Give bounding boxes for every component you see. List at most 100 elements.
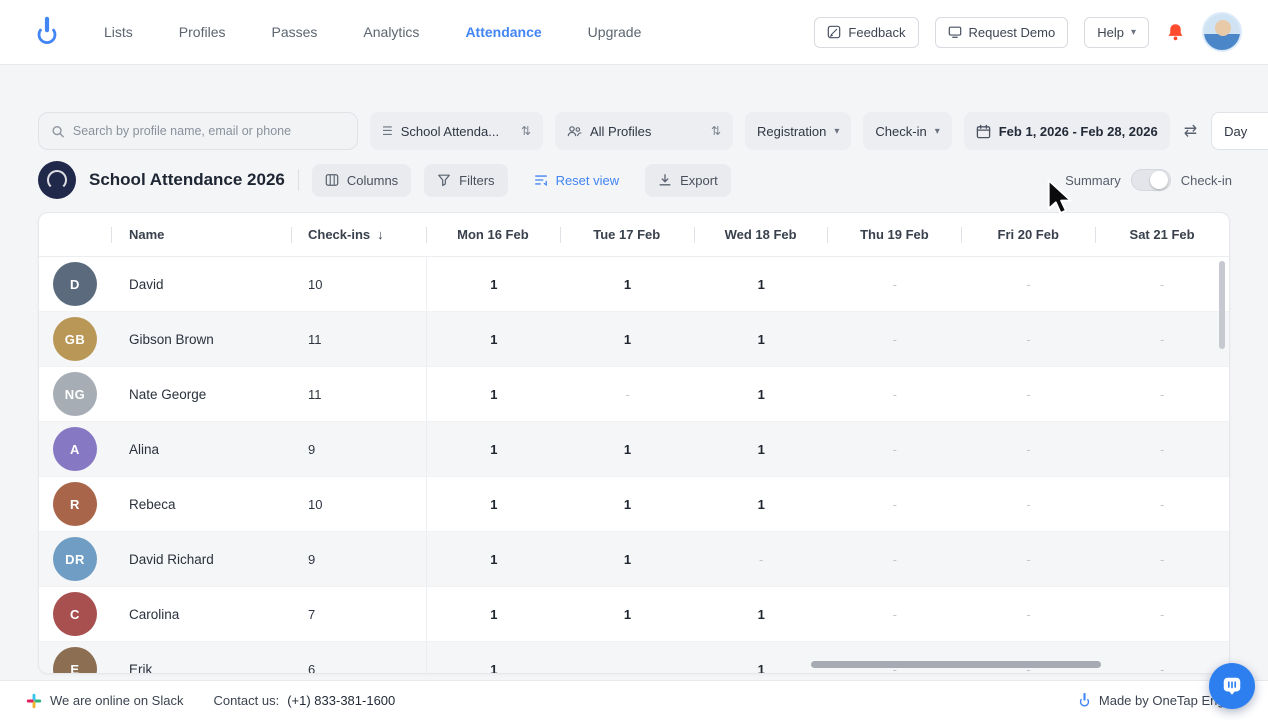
reset-view-button[interactable]: Reset view	[521, 164, 633, 197]
day-column-header: Tue 17 Feb	[560, 227, 694, 242]
slack-status[interactable]: We are online on Slack	[26, 693, 183, 709]
day-cell: -	[962, 332, 1096, 347]
chat-bubble-icon	[1221, 675, 1243, 697]
date-range-picker[interactable]: Feb 1, 2026 - Feb 28, 2026	[964, 112, 1170, 150]
table-row[interactable]: E Erik 6 11---	[39, 642, 1229, 674]
avatar: DR	[53, 537, 97, 581]
vertical-scrollbar[interactable]	[1219, 261, 1225, 349]
search-box[interactable]	[38, 112, 358, 150]
profile-name: Gibson Brown	[111, 332, 291, 347]
divider	[298, 169, 299, 191]
export-button[interactable]: Export	[645, 164, 731, 197]
feedback-button[interactable]: Feedback	[814, 17, 918, 48]
day-column-headers: Mon 16 Feb Tue 17 Feb Wed 18 Feb Thu 19 …	[426, 213, 1229, 256]
day-cell: -	[962, 607, 1096, 622]
swap-dates-button[interactable]: ⇄	[1182, 121, 1199, 141]
name-column-label: Name	[129, 227, 164, 242]
profile-name: Rebeca	[111, 497, 291, 512]
day-cell: -	[828, 442, 962, 457]
list-title-bar: School Attendance 2026 Columns Filters R…	[0, 160, 1268, 200]
table-row[interactable]: C Carolina 7 111---	[39, 587, 1229, 642]
day-cells: 1-1---	[426, 367, 1229, 421]
avatar: NG	[53, 372, 97, 416]
nav-analytics[interactable]: Analytics	[363, 24, 419, 40]
day-cell: -	[1095, 552, 1229, 567]
table-row[interactable]: A Alina 9 111---	[39, 422, 1229, 477]
table-row[interactable]: GB Gibson Brown 11 111---	[39, 312, 1229, 367]
day-cell: 1	[694, 387, 828, 402]
day-cells: 11----	[426, 532, 1229, 586]
day-cell: 1	[561, 442, 695, 457]
day-cell: 1	[694, 607, 828, 622]
profile-name: Alina	[111, 442, 291, 457]
checkins-value: 9	[291, 552, 426, 567]
profiles-select[interactable]: All Profiles ⇅	[555, 112, 733, 150]
day-cell: 1	[694, 277, 828, 292]
checkins-column-label: Check-ins	[308, 227, 370, 242]
day-cell: 1	[427, 277, 561, 292]
day-cell: -	[1095, 387, 1229, 402]
day-cell: -	[828, 277, 962, 292]
day-cell: -	[1095, 442, 1229, 457]
horizontal-scrollbar[interactable]	[811, 661, 1101, 668]
day-cell: -	[694, 552, 828, 567]
day-column-header: Mon 16 Feb	[426, 227, 560, 242]
checkins-column-header[interactable]: Check-ins ↓	[291, 227, 426, 242]
nav-passes[interactable]: Passes	[271, 24, 317, 40]
feedback-label: Feedback	[848, 25, 905, 40]
day-cell: -	[962, 497, 1096, 512]
avatar-cell: GB	[39, 317, 111, 361]
registration-select[interactable]: Registration ▾	[745, 112, 851, 150]
nav-upgrade[interactable]: Upgrade	[588, 24, 642, 40]
table-row[interactable]: D David 10 111---	[39, 257, 1229, 312]
day-cell: -	[1095, 607, 1229, 622]
list-icon: ☰	[382, 124, 393, 138]
columns-button[interactable]: Columns	[312, 164, 411, 197]
onetap-logo[interactable]	[30, 13, 64, 51]
avatar: R	[53, 482, 97, 526]
swap-icon: ⇄	[1184, 123, 1197, 140]
contact-phone[interactable]: (+1) 833-381-1600	[287, 693, 395, 708]
user-avatar[interactable]	[1202, 12, 1242, 52]
request-demo-button[interactable]: Request Demo	[935, 17, 1069, 48]
slack-status-text: We are online on Slack	[50, 693, 183, 708]
help-button[interactable]: Help ▾	[1084, 17, 1149, 48]
search-input[interactable]	[73, 124, 345, 138]
day-granularity-select[interactable]: Day	[1211, 112, 1268, 150]
checkin-select[interactable]: Check-in ▾	[863, 112, 951, 150]
name-column-header[interactable]: Name	[111, 227, 291, 242]
summary-toggle-label: Summary	[1065, 173, 1121, 188]
table-row[interactable]: NG Nate George 11 1-1---	[39, 367, 1229, 422]
summary-checkin-toggle[interactable]	[1131, 169, 1171, 191]
select-arrows-icon: ⇅	[711, 124, 721, 138]
contact-label: Contact us:	[213, 693, 279, 708]
nav-attendance[interactable]: Attendance	[465, 24, 541, 40]
profile-name: Carolina	[111, 607, 291, 622]
attendance-table: Name Check-ins ↓ Mon 16 Feb Tue 17 Feb W…	[38, 212, 1230, 674]
filter-toolbar: ☰ School Attenda... ⇅ All Profiles ⇅ Reg…	[0, 112, 1268, 150]
day-cell: 1	[561, 552, 695, 567]
table-row[interactable]: R Rebeca 10 111---	[39, 477, 1229, 532]
avatar: GB	[53, 317, 97, 361]
nav-lists[interactable]: Lists	[104, 24, 133, 40]
slack-icon	[26, 693, 42, 709]
table-row[interactable]: DR David Richard 9 11----	[39, 532, 1229, 587]
day-cell: 1	[561, 277, 695, 292]
list-select[interactable]: ☰ School Attenda... ⇅	[370, 112, 543, 150]
filter-funnel-icon	[437, 173, 451, 187]
onetap-small-icon	[1077, 692, 1092, 709]
avatar: D	[53, 262, 97, 306]
avatar-cell: NG	[39, 372, 111, 416]
help-label: Help	[1097, 25, 1124, 40]
day-cell: -	[561, 387, 695, 402]
notification-bell-icon[interactable]	[1165, 22, 1186, 43]
date-range-value: Feb 1, 2026 - Feb 28, 2026	[999, 124, 1158, 139]
chat-widget-button[interactable]	[1209, 663, 1255, 709]
table-body: D David 10 111--- GB Gibson Brown 11 111…	[39, 257, 1229, 674]
day-cells: 111---	[426, 422, 1229, 476]
day-column-header: Fri 20 Feb	[961, 227, 1095, 242]
tap-hand-icon	[32, 15, 62, 49]
filters-button[interactable]: Filters	[424, 164, 507, 197]
nav-profiles[interactable]: Profiles	[179, 24, 226, 40]
day-cell: 1	[427, 387, 561, 402]
